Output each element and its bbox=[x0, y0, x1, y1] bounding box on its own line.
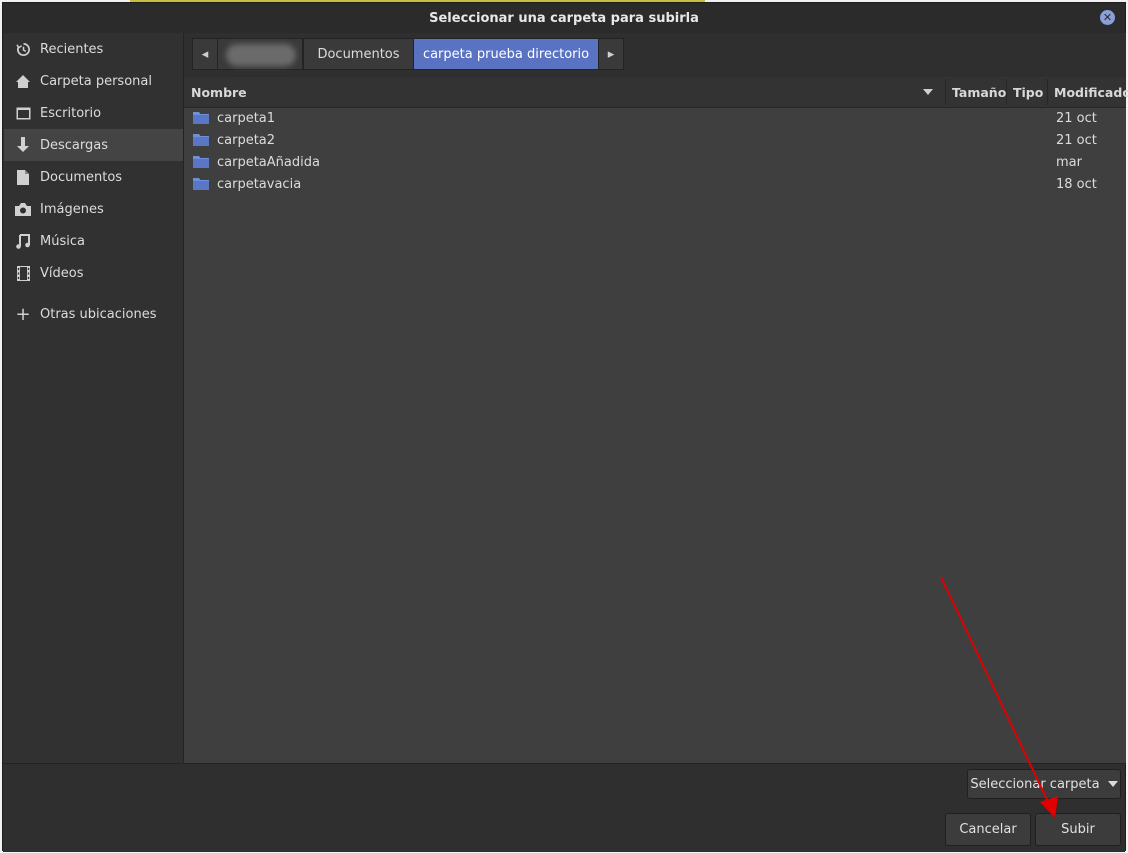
path-crumb-home[interactable] bbox=[217, 38, 303, 70]
dialog-title: Seleccionar una carpeta para subirla bbox=[429, 10, 699, 26]
sidebar-item-recientes[interactable]: Recientes bbox=[4, 33, 183, 65]
sidebar-item-videos[interactable]: Vídeos bbox=[4, 257, 183, 289]
file-name: carpeta2 bbox=[217, 132, 276, 148]
cancel-button[interactable]: Cancelar bbox=[945, 813, 1031, 846]
list-item[interactable]: carpetaAñadida mar bbox=[184, 151, 1126, 173]
history-icon bbox=[15, 41, 31, 57]
sidebar-item-label: Vídeos bbox=[40, 265, 84, 281]
file-name: carpetaAñadida bbox=[217, 154, 320, 170]
sidebar-item-label: Música bbox=[40, 233, 85, 249]
places-sidebar: Recientes Carpeta personal Escritorio De… bbox=[4, 33, 184, 763]
sidebar-item-imagenes[interactable]: Imágenes bbox=[4, 193, 183, 225]
path-crumb-current[interactable]: carpeta prueba directorio bbox=[413, 38, 599, 70]
path-bar: ◂ Documentos carpeta prueba directorio ▸ bbox=[184, 33, 1126, 77]
column-type[interactable]: Tipo bbox=[1013, 77, 1043, 107]
folder-icon bbox=[193, 134, 209, 146]
sidebar-item-descargas[interactable]: Descargas bbox=[4, 129, 183, 161]
plus-icon: + bbox=[15, 303, 31, 325]
document-icon bbox=[15, 169, 31, 185]
folder-icon bbox=[193, 178, 209, 190]
folder-chooser-dialog: Seleccionar una carpeta para subirla ✕ R… bbox=[2, 2, 1128, 852]
column-divider bbox=[1047, 79, 1048, 105]
film-icon bbox=[15, 265, 31, 281]
chevron-down-icon bbox=[1107, 781, 1118, 787]
desktop-icon bbox=[15, 105, 31, 121]
column-header: Nombre Tamaño Tipo Modificado bbox=[184, 77, 1128, 108]
redacted-username bbox=[226, 44, 296, 66]
sort-descending-icon[interactable] bbox=[923, 89, 933, 95]
file-browser: ◂ Documentos carpeta prueba directorio ▸… bbox=[184, 33, 1128, 763]
sidebar-item-label: Recientes bbox=[40, 41, 104, 57]
sidebar-item-otras-ubicaciones[interactable]: + Otras ubicaciones bbox=[4, 298, 183, 330]
titlebar: Seleccionar una carpeta para subirla ✕ bbox=[3, 3, 1125, 33]
file-modified: mar bbox=[1056, 154, 1082, 170]
sidebar-item-label: Escritorio bbox=[40, 105, 102, 121]
sidebar-item-label: Carpeta personal bbox=[40, 73, 152, 89]
file-modified: 21 oct bbox=[1056, 132, 1097, 148]
column-divider bbox=[945, 79, 946, 105]
sidebar-item-label: Descargas bbox=[40, 137, 109, 153]
list-item[interactable]: carpeta2 21 oct bbox=[184, 129, 1126, 151]
file-modified: 21 oct bbox=[1056, 110, 1097, 126]
sidebar-item-documentos[interactable]: Documentos bbox=[4, 161, 183, 193]
download-icon bbox=[15, 137, 31, 153]
close-icon[interactable]: ✕ bbox=[1100, 10, 1115, 25]
path-left-chevron-icon[interactable]: ◂ bbox=[192, 38, 218, 70]
folder-icon bbox=[193, 156, 209, 168]
folder-icon bbox=[193, 112, 209, 124]
upload-button[interactable]: Subir bbox=[1035, 813, 1121, 846]
camera-icon bbox=[15, 201, 31, 217]
column-divider bbox=[1006, 79, 1007, 105]
list-item[interactable]: carpeta1 21 oct bbox=[184, 107, 1126, 129]
file-modified: 18 oct bbox=[1056, 176, 1097, 192]
sidebar-item-carpeta-personal[interactable]: Carpeta personal bbox=[4, 65, 183, 97]
file-name: carpetavacia bbox=[217, 176, 302, 192]
sidebar-item-musica[interactable]: Música bbox=[4, 225, 183, 257]
sidebar-item-label: Imágenes bbox=[40, 201, 104, 217]
list-item[interactable]: carpetavacia 18 oct bbox=[184, 173, 1126, 195]
file-name: carpeta1 bbox=[217, 110, 276, 126]
folder-filter-select[interactable]: Seleccionar carpeta bbox=[967, 769, 1121, 799]
path-crumb-documentos[interactable]: Documentos bbox=[303, 38, 414, 70]
column-size[interactable]: Tamaño bbox=[952, 77, 1006, 107]
sidebar-item-label: Documentos bbox=[40, 169, 123, 185]
music-icon bbox=[15, 233, 31, 249]
dialog-footer: Seleccionar carpeta Cancelar Subir bbox=[3, 763, 1125, 852]
sidebar-item-escritorio[interactable]: Escritorio bbox=[4, 97, 183, 129]
sidebar-item-label: Otras ubicaciones bbox=[40, 306, 157, 322]
path-right-chevron-icon[interactable]: ▸ bbox=[598, 38, 624, 70]
filter-select-value: Seleccionar carpeta bbox=[970, 776, 1100, 792]
column-modified[interactable]: Modificado bbox=[1054, 77, 1128, 107]
home-icon bbox=[15, 73, 31, 89]
column-name[interactable]: Nombre bbox=[191, 77, 247, 107]
